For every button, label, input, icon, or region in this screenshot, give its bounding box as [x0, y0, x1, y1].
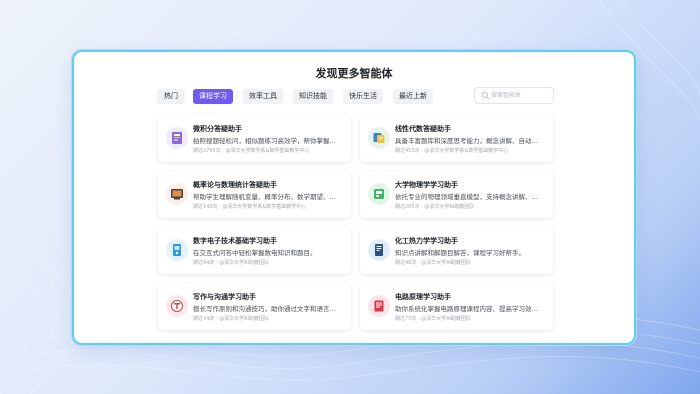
card-meta: 期过40次 · @清华大学AI助教团队: [395, 260, 472, 266]
card-icon-bg: [368, 183, 390, 205]
card-meta: 期过453次 · @清华大学数学系&数学基础教学中心: [395, 148, 509, 154]
card-icon-bg: [166, 295, 188, 317]
writing-icon: [171, 300, 183, 312]
card-title: 大学物理学学习助手: [395, 181, 458, 189]
agent-card-physics[interactable]: 大学物理学学习助手 依托专业的物理领域垂直模型，支持概念讲解、… 期过205次 …: [360, 171, 553, 218]
card-description: 依托专业的物理领域垂直模型，支持概念讲解、…: [395, 193, 538, 201]
card-icon-bg: [368, 239, 390, 261]
card-meta: 期过74次 · @清华大学AI助教团队: [193, 316, 270, 322]
page-title: 发现更多智能体: [315, 67, 393, 80]
card-description: 帮助学生理解随机变量、概率分布、数学期望、…: [193, 193, 336, 201]
card-description: 在交互式问答中轻松掌握数电知识和题目。: [193, 249, 317, 257]
card-title: 数字电子技术基础学习助手: [193, 237, 277, 245]
card-meta: 期过77次 · @清华大学AI助教团队: [395, 316, 472, 322]
card-icon-bg: [368, 127, 390, 149]
linear-algebra-icon: [373, 133, 385, 143]
card-title: 线性代数答疑助手: [395, 125, 451, 133]
card-title: 化工热力学学习助手: [395, 237, 458, 245]
agent-card-circuit-principles[interactable]: 电路原理学习助手 助你系统化掌握电路原理课程内容、提高学习效… 期过77次 · …: [360, 283, 553, 330]
card-title: 电路原理学习助手: [395, 293, 451, 301]
card-description: 助你系统化掌握电路原理课程内容、提高学习效…: [395, 305, 538, 313]
agent-card-writing-communication[interactable]: 写作与沟通学习助手 擅长写作原则和沟通技巧，助你通过文字和语言… 期过74次 ·…: [158, 283, 351, 330]
chemical-thermo-icon: [375, 244, 383, 256]
circuit-icon: [374, 300, 384, 312]
agent-card-digital-electronics[interactable]: 数字电子技术基础学习助手 在交互式问答中轻松掌握数电知识和题目。 期过64次 ·…: [158, 227, 351, 274]
agent-card-calculus[interactable]: 微积分答疑助手 拍照搜题轻松问，相似题练习高效学，帮你掌握… 期过2765次 ·…: [158, 115, 351, 162]
card-description: 知识点讲解和解题目解答，课程学习好帮手。: [395, 249, 525, 257]
calculus-icon: [172, 132, 182, 144]
card-meta: 期过2765次 · @清华大学数学系&数学基础教学中心: [193, 148, 310, 154]
search-box[interactable]: [474, 87, 554, 104]
card-icon-bg: [166, 183, 188, 205]
tab-recently-new[interactable]: 最近上新: [393, 89, 433, 104]
tab-course-study[interactable]: 课程学习: [193, 89, 233, 104]
digital-electronics-icon: [173, 244, 181, 256]
card-icon-bg: [368, 295, 390, 317]
card-description: 擅长写作原则和沟通技巧，助你通过文字和语言…: [193, 305, 336, 313]
probability-icon: [171, 189, 183, 200]
card-icon-bg: [166, 127, 188, 149]
card-meta: 期过205次 · @清华大学AI助教团队: [395, 204, 475, 210]
agent-discovery-panel: 发现更多智能体 热门 课程学习 效率工具 知识技能 快乐生活 最近上新 微积分答…: [72, 50, 636, 345]
agent-card-chemical-thermodynamics[interactable]: 化工热力学学习助手 知识点讲解和解题目解答，课程学习好帮手。 期过40次 · @…: [360, 227, 553, 274]
card-meta: 期过142次 · @清华大学数学系&数学基础教学中心: [193, 204, 307, 210]
agent-card-linear-algebra[interactable]: 线性代数答疑助手 具备丰富题库和深度思考能力，概念讲解、自动… 期过453次 ·…: [360, 115, 553, 162]
card-description: 具备丰富题库和深度思考能力，概念讲解、自动…: [395, 137, 538, 145]
search-icon: [481, 91, 490, 100]
tab-hot[interactable]: 热门: [157, 89, 185, 104]
tab-happy-life[interactable]: 快乐生活: [343, 89, 383, 104]
card-icon-bg: [166, 239, 188, 261]
agent-card-probability[interactable]: 概率论与数理统计答疑助手 帮助学生理解随机变量、概率分布、数学期望、… 期过14…: [158, 171, 351, 218]
tab-efficiency-tools[interactable]: 效率工具: [243, 89, 283, 104]
card-title: 概率论与数理统计答疑助手: [193, 181, 277, 189]
card-meta: 期过64次 · @清华大学AI助教团队: [193, 260, 270, 266]
search-input[interactable]: [491, 89, 551, 102]
physics-icon: [374, 189, 384, 199]
card-title: 微积分答疑助手: [193, 125, 242, 133]
card-title: 写作与沟通学习助手: [193, 293, 256, 301]
card-description: 拍照搜题轻松问，相似题练习高效学，帮你掌握…: [193, 137, 336, 145]
tab-knowledge-skills[interactable]: 知识技能: [293, 89, 333, 104]
